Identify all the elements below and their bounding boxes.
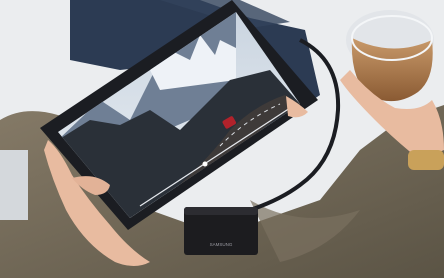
ssd-brand-label: SAMSUNG — [210, 242, 233, 247]
ssd-top-edge — [184, 207, 258, 215]
notebook-edge — [0, 150, 28, 220]
scene: SAMSUNG — [0, 0, 444, 278]
video-progress-handle[interactable] — [202, 161, 208, 167]
product-photo: SAMSUNG — [0, 0, 444, 278]
wristwatch — [408, 150, 444, 170]
